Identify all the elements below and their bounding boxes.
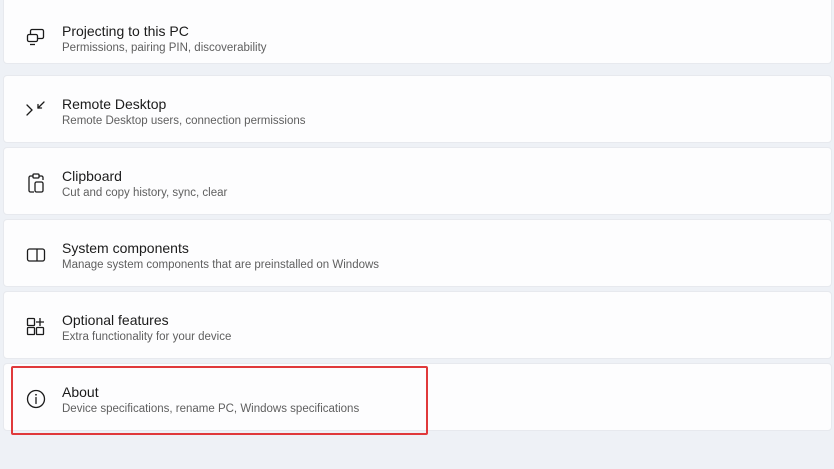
settings-item-title: System components [62,240,189,256]
optional-features-icon [24,315,48,339]
system-components-icon [24,243,48,267]
settings-item-title: Optional features [62,312,169,328]
settings-item-title: Clipboard [62,168,122,184]
settings-item-subtitle: Permissions, pairing PIN, discoverabilit… [62,42,267,54]
settings-item-title: Remote Desktop [62,96,167,112]
settings-list: Projecting to this PC Permissions, pairi… [0,0,834,469]
settings-item-clipboard[interactable]: Clipboard Cut and copy history, sync, cl… [3,147,832,215]
settings-item-subtitle: Cut and copy history, sync, clear [62,187,228,199]
settings-item-optional-features[interactable]: Optional features Extra functionality fo… [3,291,832,359]
settings-item-subtitle: Extra functionality for your device [62,331,232,343]
settings-item-subtitle: Device specifications, rename PC, Window… [62,403,360,415]
settings-item-projecting[interactable]: Projecting to this PC Permissions, pairi… [3,0,832,64]
clipboard-icon [24,171,48,195]
settings-item-title: Projecting to this PC [62,23,189,39]
settings-item-subtitle: Manage system components that are preins… [62,259,380,271]
settings-item-subtitle: Remote Desktop users, connection permiss… [62,115,306,127]
projecting-icon [24,25,48,49]
remote-desktop-icon [24,99,48,123]
settings-item-about[interactable]: About Device specifications, rename PC, … [3,363,832,431]
settings-item-remote-desktop[interactable]: Remote Desktop Remote Desktop users, con… [3,75,832,143]
settings-item-system-components[interactable]: System components Manage system componen… [3,219,832,287]
info-icon [24,387,48,411]
settings-item-title: About [62,384,99,400]
